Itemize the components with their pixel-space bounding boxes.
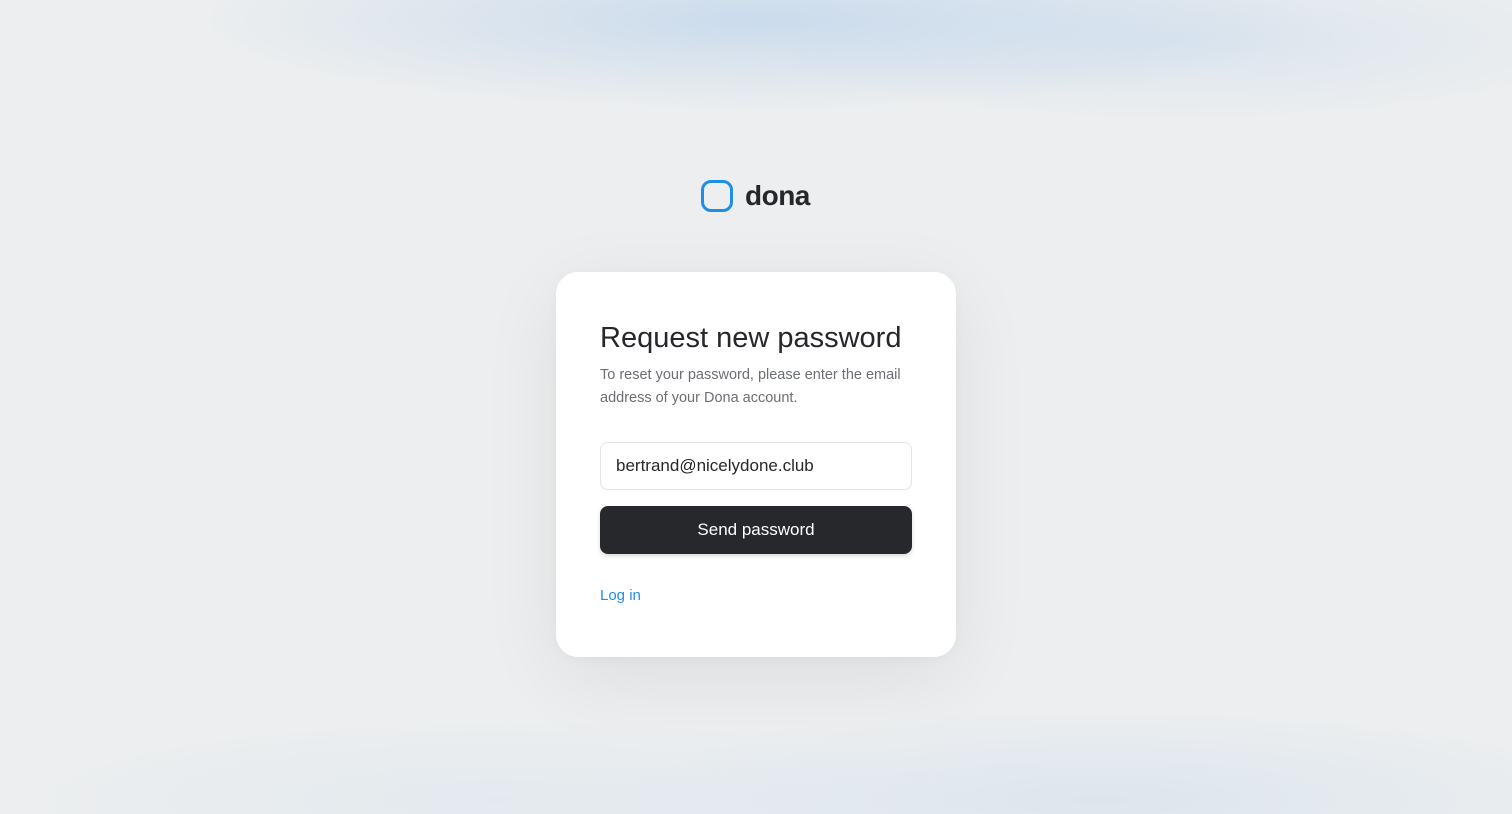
brand-name: dona — [745, 180, 810, 211]
reset-password-card: Request new password To reset your passw… — [556, 272, 956, 657]
form-description: To reset your password, please enter the… — [600, 367, 901, 406]
send-password-button[interactable]: Send password — [600, 506, 912, 554]
login-link[interactable]: Log in — [600, 587, 641, 604]
logo-icon — [701, 180, 733, 212]
brand-logo: dona — [701, 178, 810, 214]
page-title: Request new password — [600, 322, 902, 354]
email-input[interactable] — [600, 442, 912, 490]
